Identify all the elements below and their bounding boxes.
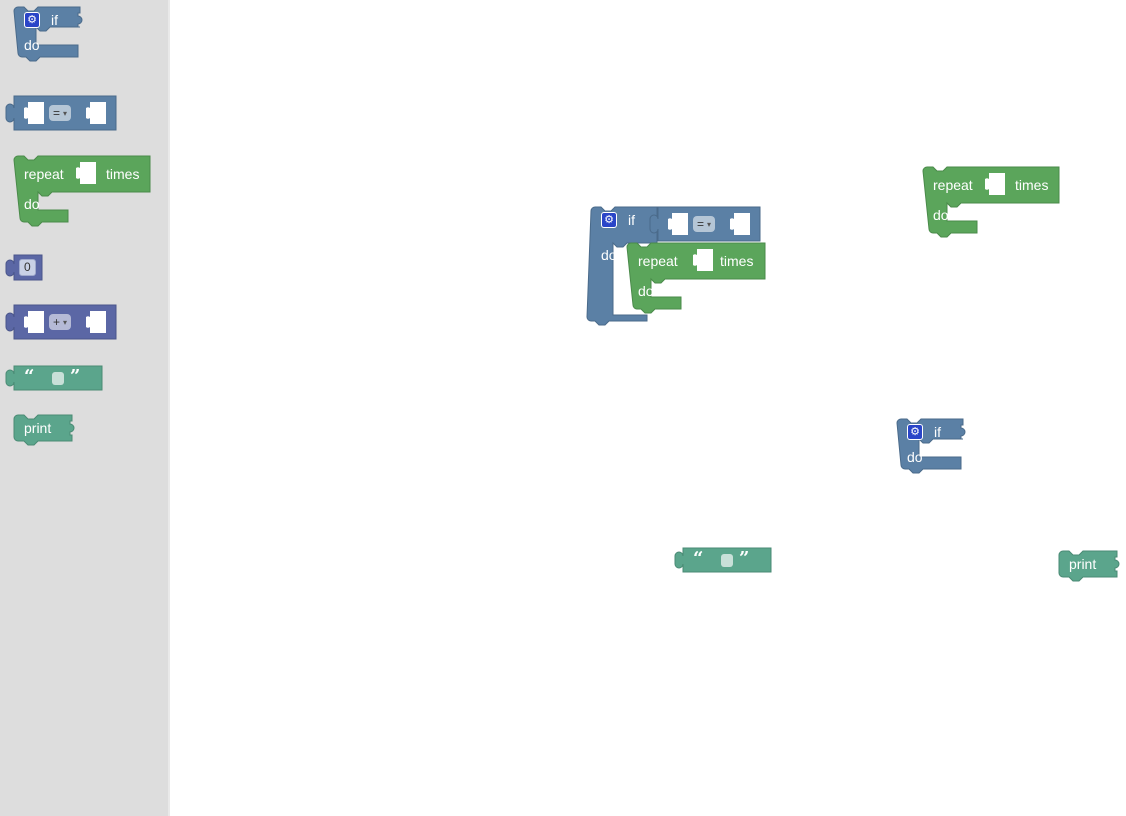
if-label: if	[51, 12, 58, 28]
toolbox-repeat-block[interactable]: repeat times do	[13, 155, 152, 230]
gear-icon[interactable]: ⚙	[601, 212, 617, 228]
do-label: do	[933, 207, 949, 223]
text-field[interactable]	[721, 554, 733, 567]
toolbox-arithmetic-block[interactable]: + ▾	[5, 304, 118, 341]
gear-icon[interactable]: ⚙	[907, 424, 923, 440]
chevron-down-icon: ▾	[707, 220, 712, 229]
do-label: do	[24, 37, 40, 53]
close-quote: ”	[739, 548, 750, 569]
toolbox-if-block[interactable]: ⚙ if do	[13, 6, 83, 73]
do-label: do	[601, 247, 617, 263]
toolbox-print-block[interactable]: print	[13, 414, 75, 447]
workspace-repeat-block[interactable]: repeat times do	[922, 166, 1061, 241]
if-label: if	[934, 424, 941, 440]
repeat-label: repeat	[638, 253, 678, 269]
open-quote: “	[24, 366, 35, 387]
do-label: do	[638, 283, 654, 299]
open-quote: “	[693, 548, 704, 569]
text-field[interactable]	[52, 372, 64, 385]
workspace-compare-block[interactable]: = ▾	[649, 206, 762, 243]
toolbox-number-block[interactable]: 0	[5, 254, 44, 281]
toolbox-flyout[interactable]: ⚙ if do = ▾ repeat times do 0 + ▾ “ ” pr…	[0, 0, 170, 816]
do-label: do	[24, 196, 40, 212]
times-label: times	[106, 166, 140, 182]
print-label: print	[24, 420, 52, 436]
workspace-print-block[interactable]: print	[1058, 550, 1120, 583]
number-field[interactable]: 0	[19, 259, 36, 276]
print-label: print	[1069, 556, 1097, 572]
workspace[interactable]	[170, 0, 1126, 816]
if-label: if	[628, 212, 635, 228]
do-label: do	[907, 449, 923, 465]
operator-dropdown[interactable]: = ▾	[49, 105, 72, 121]
operator-dropdown[interactable]: = ▾	[693, 216, 716, 232]
close-quote: ”	[70, 366, 81, 387]
gear-icon[interactable]: ⚙	[24, 12, 40, 28]
times-label: times	[1015, 177, 1049, 193]
repeat-label: repeat	[24, 166, 64, 182]
chevron-down-icon: ▾	[63, 109, 68, 118]
workspace-if-block-2[interactable]: ⚙ if do	[896, 418, 966, 485]
repeat-label: repeat	[933, 177, 973, 193]
toolbox-text-block[interactable]: “ ”	[5, 365, 104, 392]
workspace-nested-repeat-block[interactable]: repeat times do	[626, 242, 766, 317]
chevron-down-icon: ▾	[63, 318, 68, 327]
toolbox-compare-block[interactable]: = ▾	[5, 95, 118, 132]
times-label: times	[720, 253, 754, 269]
workspace-text-block[interactable]: “ ”	[674, 547, 773, 574]
operator-dropdown[interactable]: + ▾	[49, 314, 72, 330]
